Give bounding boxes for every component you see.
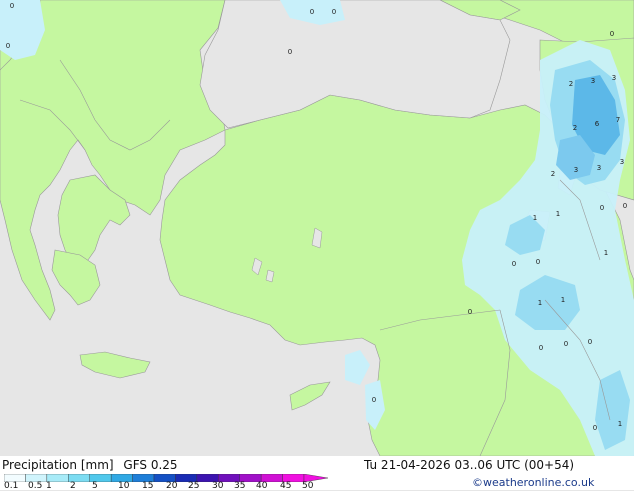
value-marker: 3 [591, 77, 595, 85]
value-marker: 1 [538, 299, 542, 307]
legend-title: Precipitation [mm] GFS 0.25 [2, 458, 178, 472]
value-marker: 0 [593, 424, 597, 432]
value-marker: 0 [468, 308, 472, 316]
value-marker: 0 [6, 42, 10, 50]
value-marker: 6 [595, 120, 600, 128]
value-marker: 1 [533, 214, 537, 222]
value-marker: 0 [600, 204, 604, 212]
precipitation-label: Precipitation [mm] [2, 458, 114, 472]
value-marker: 0 [310, 8, 314, 16]
value-marker: 0 [610, 30, 614, 38]
valid-datetime: Tu 21-04-2026 03..06 UTC (00+54) [364, 458, 575, 472]
precipitation-map: 0 0 0 0 0 0 2 3 3 2 6 7 3 2 3 3 0 1 1 0 1 0 0 1 1 0 0 0 0 0 0 1 [0, 0, 634, 456]
value-marker: 3 [620, 158, 624, 166]
value-marker: 0 [536, 258, 540, 266]
value-marker: 0 [539, 344, 543, 352]
value-marker: 0 [588, 338, 592, 346]
value-marker: 2 [573, 124, 577, 132]
value-marker: 1 [618, 420, 622, 428]
value-marker: 0 [623, 202, 627, 210]
value-marker: 0 [332, 8, 336, 16]
value-marker: 1 [561, 296, 565, 304]
value-marker: 3 [612, 74, 616, 82]
credit-link[interactable]: ©weatheronline.co.uk [472, 476, 594, 489]
value-marker: 1 [604, 249, 608, 257]
value-marker: 0 [288, 48, 292, 56]
value-marker: 2 [569, 80, 573, 88]
value-marker: 0 [372, 396, 376, 404]
value-marker: 2 [551, 170, 555, 178]
value-marker: 3 [574, 166, 578, 174]
model-label: GFS 0.25 [123, 458, 178, 472]
value-marker: 0 [512, 260, 516, 268]
value-marker: 1 [556, 210, 560, 218]
value-marker: 0 [10, 2, 14, 10]
value-marker: 0 [564, 340, 568, 348]
value-marker: 3 [597, 164, 601, 172]
value-marker: 7 [616, 116, 620, 124]
